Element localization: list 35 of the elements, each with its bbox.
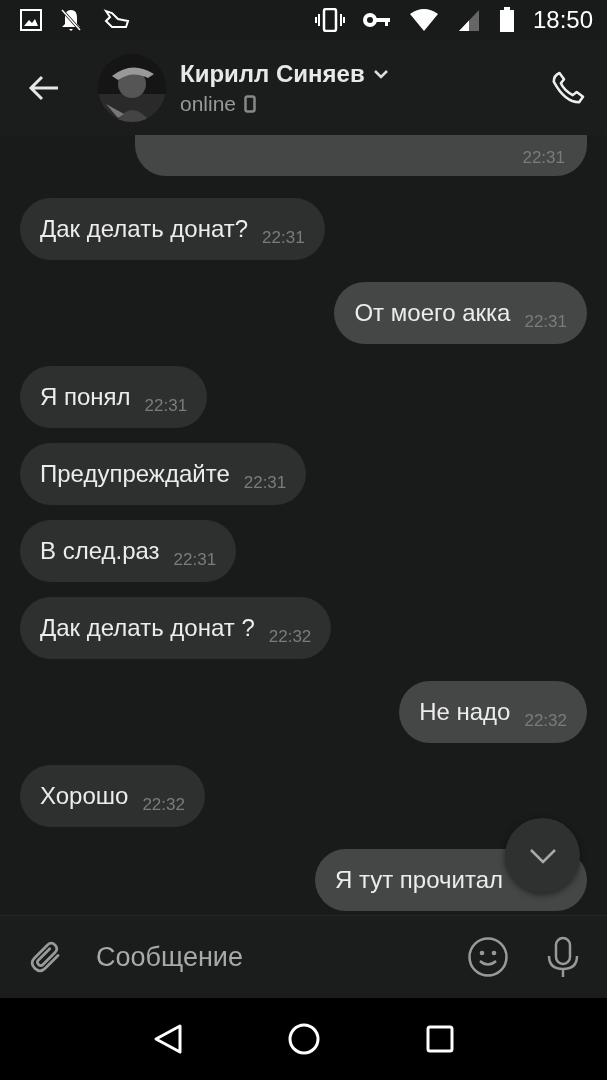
- message-time: 22:31: [262, 228, 305, 248]
- vibrate-icon: [314, 8, 345, 32]
- nav-back-button[interactable]: [152, 1023, 183, 1055]
- message-text: Хорошо: [40, 782, 129, 810]
- message-text: От моего акка: [354, 299, 511, 327]
- bell-off-icon: [60, 8, 82, 32]
- message-text: Я понял: [40, 383, 131, 411]
- chevron-down-icon[interactable]: [372, 68, 389, 79]
- contact-name[interactable]: Кирилл Синяев: [180, 59, 365, 88]
- key-icon: [362, 12, 391, 28]
- image-icon: [20, 9, 42, 31]
- message-text: Предупреждайте: [40, 460, 230, 488]
- wifi-icon: [408, 8, 439, 32]
- message-time: 22:31: [173, 550, 217, 570]
- message-text: Дак делать донат?: [40, 215, 249, 243]
- online-status: online: [180, 91, 237, 116]
- back-icon[interactable]: [28, 74, 60, 101]
- microphone-button[interactable]: [545, 936, 581, 978]
- nav-recents-button[interactable]: [426, 1025, 455, 1053]
- battery-icon: [498, 7, 515, 33]
- chevron-down-icon[interactable]: [527, 846, 558, 865]
- phone-device-icon: [244, 94, 257, 113]
- message-text: Дак делать донат ?: [40, 614, 255, 642]
- signal-icon: [456, 8, 481, 32]
- message-time: 22:31: [243, 473, 287, 493]
- message-text: Я тут прочитал: [334, 866, 503, 894]
- message-text: Не надо: [419, 698, 511, 726]
- message-time: 22:32: [268, 627, 312, 647]
- message-input[interactable]: Сообщение: [94, 940, 467, 974]
- nav-home-button[interactable]: [288, 1023, 321, 1055]
- message-time: 22:32: [142, 795, 185, 815]
- status-time: 18:50: [532, 6, 593, 34]
- message-text: В след.раз: [40, 537, 160, 565]
- message-time: 22:31: [144, 396, 188, 416]
- emoji-button[interactable]: [467, 936, 509, 978]
